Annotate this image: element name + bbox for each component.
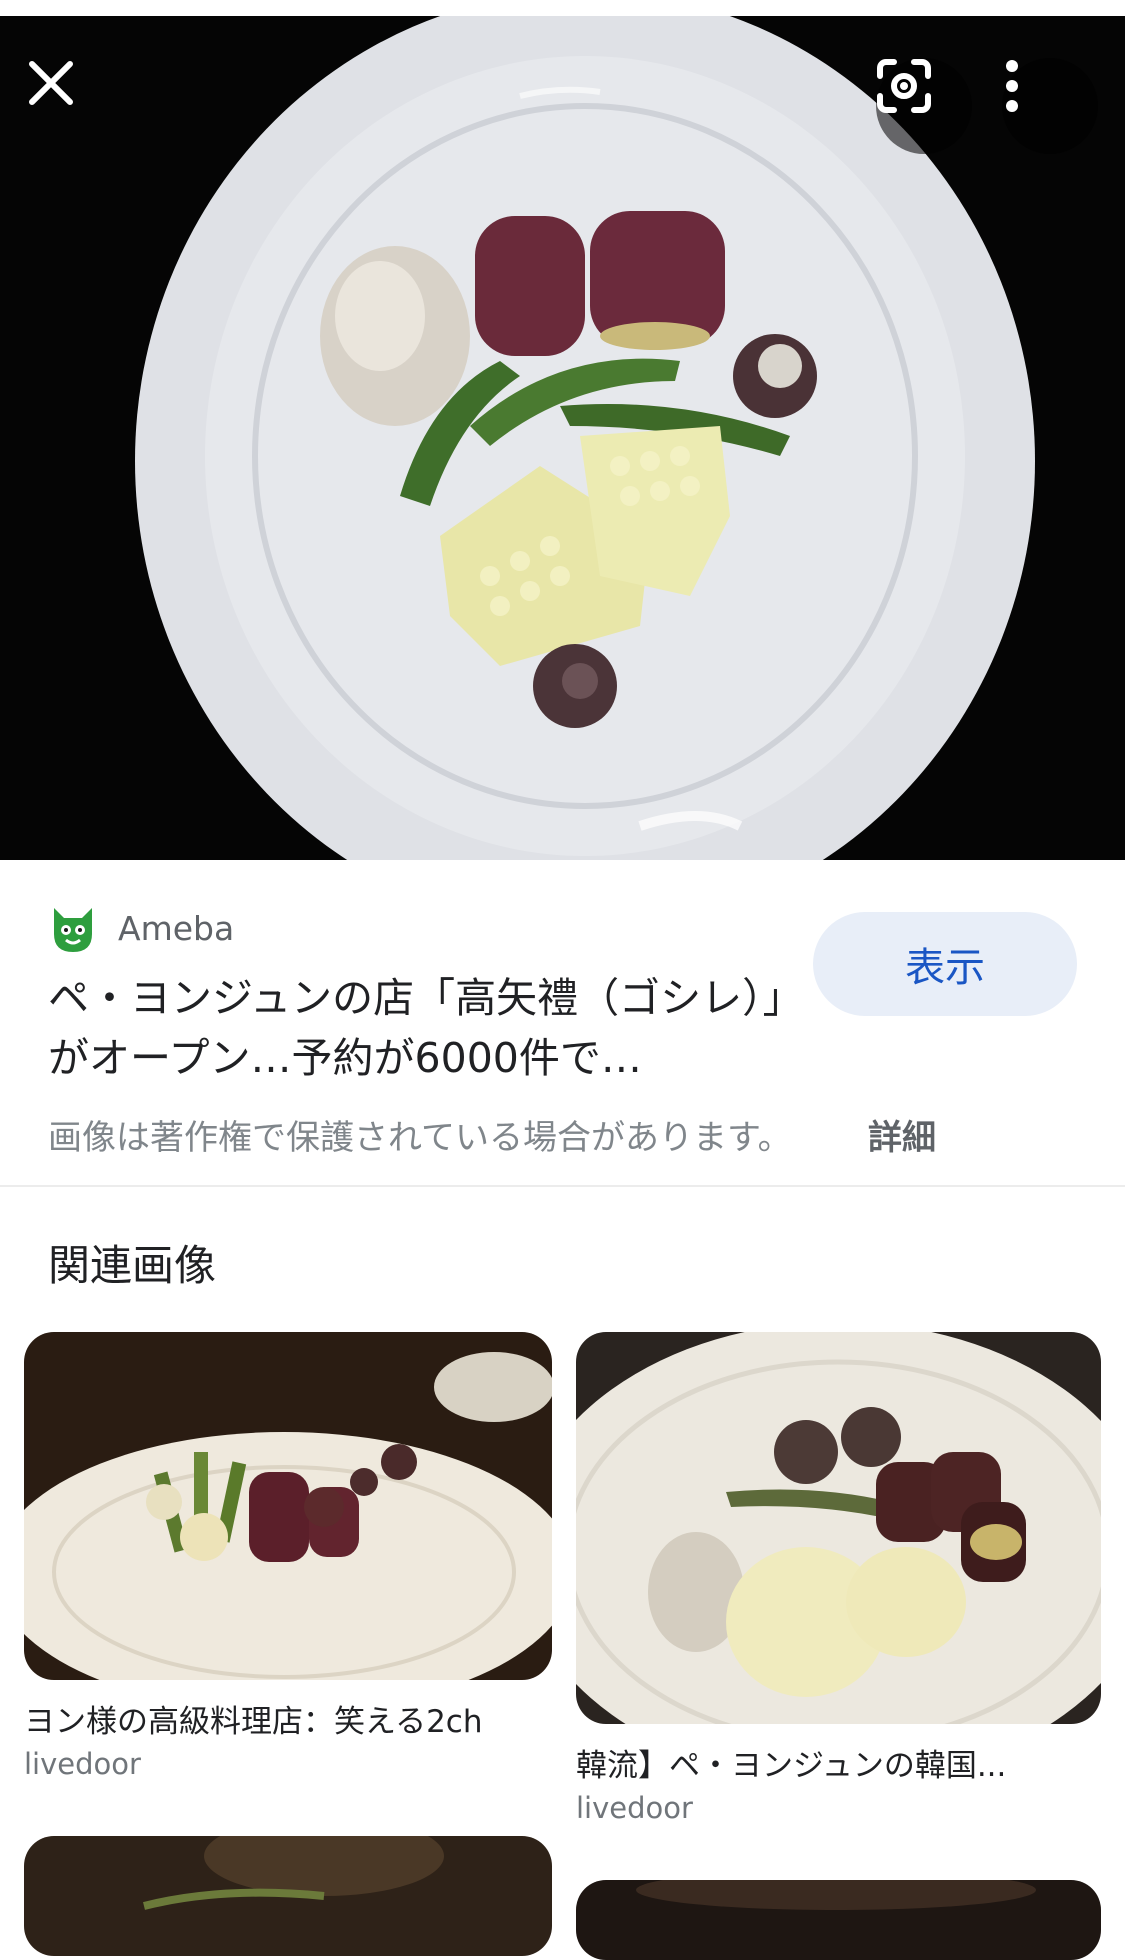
- related-image-card[interactable]: ヨン様の高級料理店：笑える2ch livedoor: [24, 1332, 552, 1781]
- close-icon: [29, 61, 73, 105]
- related-image-thumbnail[interactable]: [24, 1836, 552, 1956]
- related-image-caption: ヨン様の高級料理店：笑える2ch: [24, 1704, 483, 1740]
- close-button[interactable]: [26, 58, 122, 154]
- source-name: Ameba: [118, 908, 235, 948]
- details-link[interactable]: 詳細: [868, 1110, 936, 1159]
- status-bar-area: [0, 0, 1125, 16]
- result-source[interactable]: Ameba: [48, 898, 234, 958]
- related-image-source: livedoor: [24, 1747, 141, 1781]
- related-images-heading: 関連画像: [48, 1241, 217, 1290]
- related-image-thumbnail[interactable]: [24, 1332, 552, 1680]
- related-image-caption: 韓流】ペ・ヨンジュンの韓国...: [576, 1748, 1007, 1784]
- related-image-card[interactable]: 韓流】ペ・ヨンジュンの韓国... livedoor: [576, 1332, 1101, 1825]
- related-image-card[interactable]: [24, 1836, 552, 1956]
- main-image[interactable]: [0, 16, 1125, 860]
- result-title[interactable]: ペ・ヨンジュンの店「高矢禮（ゴシレ）」がオープン…予約が6000件で…: [48, 968, 788, 1088]
- related-image-card[interactable]: [576, 1880, 1101, 1960]
- google-lens-icon: [877, 59, 931, 113]
- more-vert-icon: [1006, 60, 1018, 112]
- visit-button[interactable]: 表示: [813, 912, 1077, 1016]
- more-options-button[interactable]: [1002, 58, 1098, 154]
- copyright-notice: 画像は著作権で保護されている場合があります。: [48, 1118, 792, 1158]
- food-plate-photo: [0, 16, 1125, 860]
- google-lens-button[interactable]: [876, 58, 972, 154]
- related-image-thumbnail[interactable]: [576, 1332, 1101, 1724]
- divider: [0, 1185, 1125, 1187]
- related-image-source: livedoor: [576, 1791, 693, 1825]
- related-image-thumbnail[interactable]: [576, 1880, 1101, 1960]
- ameba-logo-icon: [54, 908, 92, 952]
